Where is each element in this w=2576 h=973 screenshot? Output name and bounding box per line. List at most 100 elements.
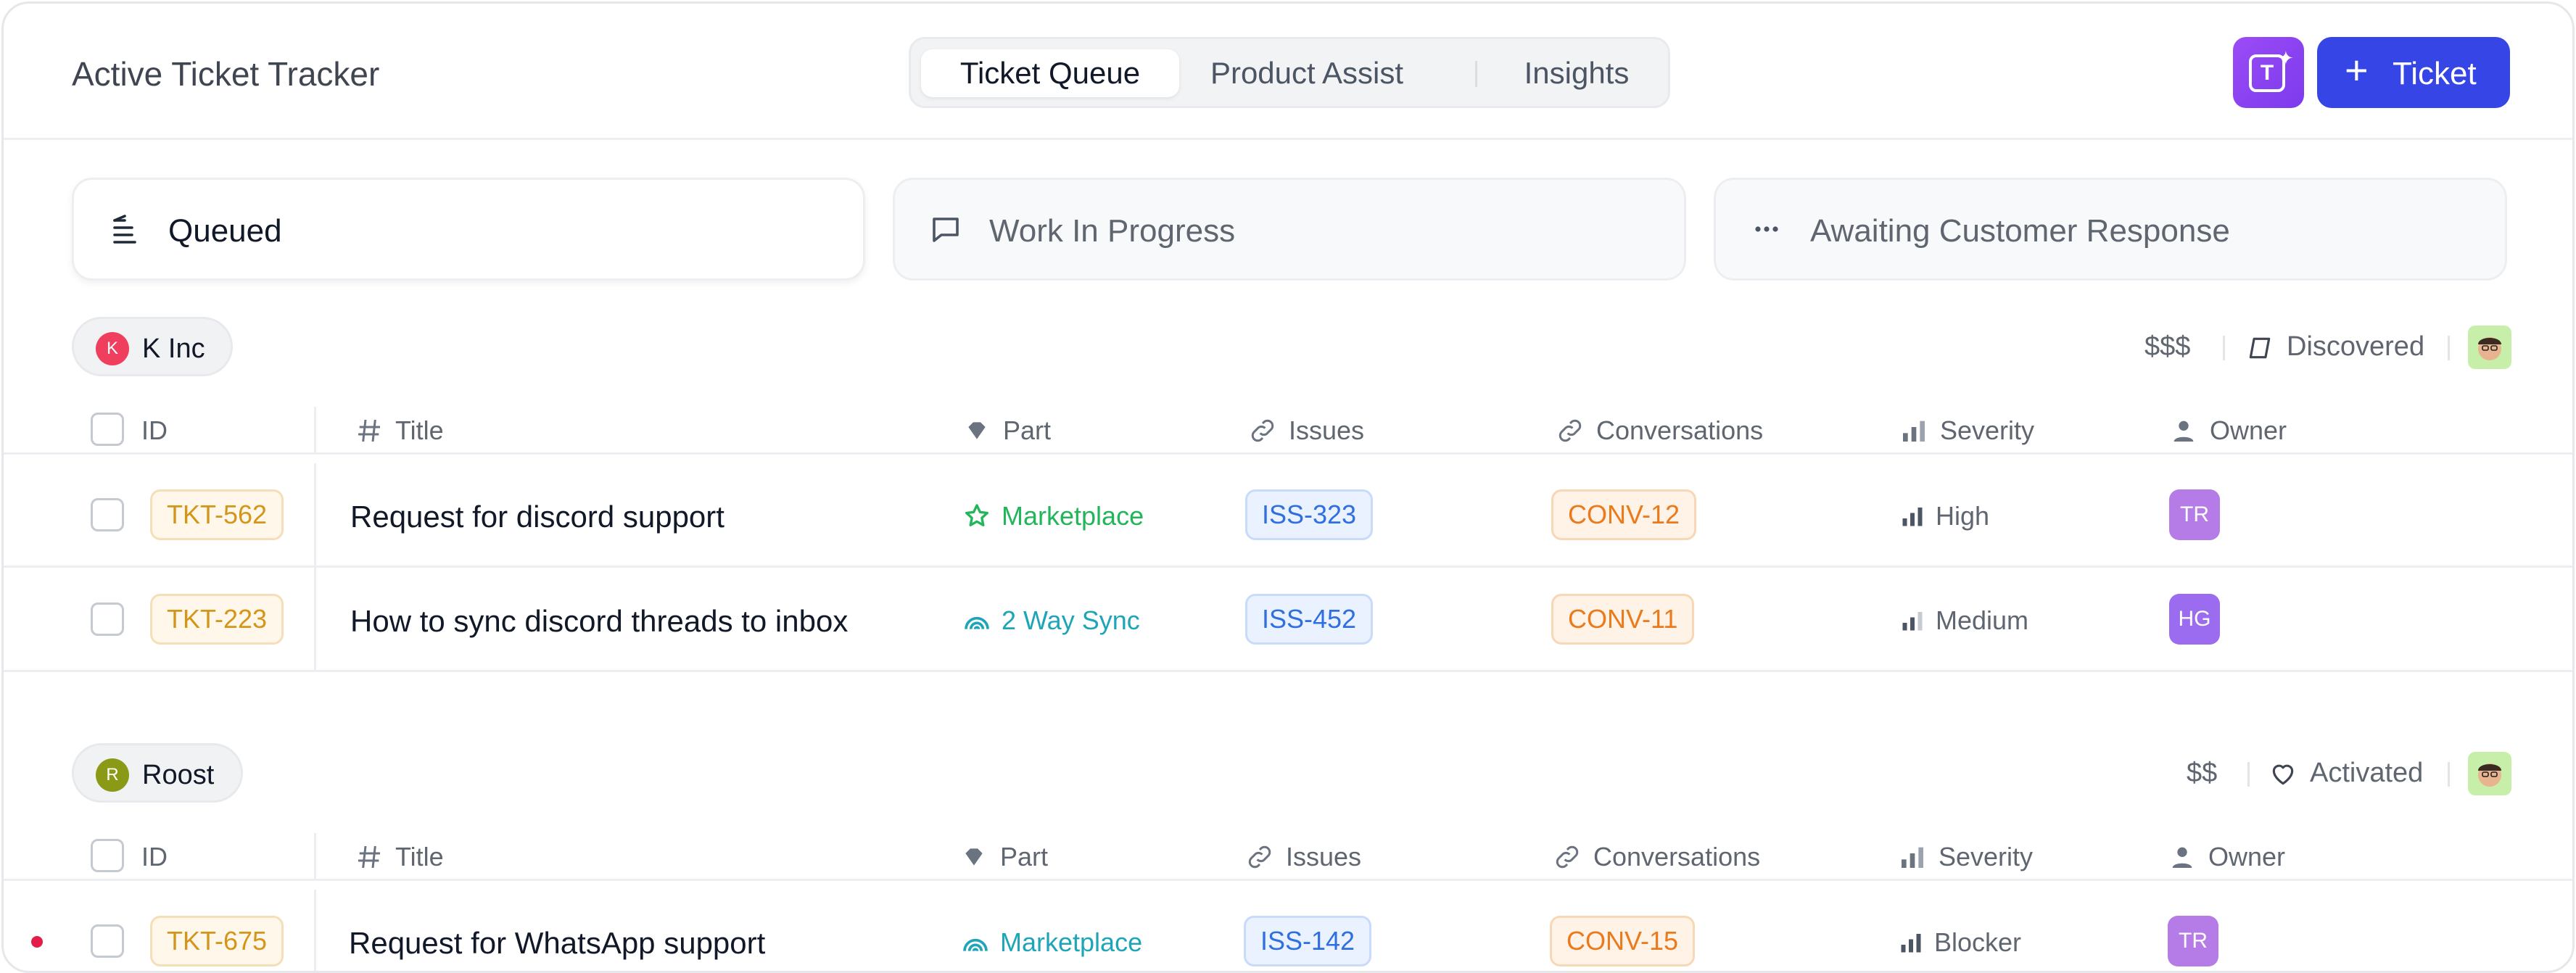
row-checkbox[interactable] — [91, 498, 124, 531]
account-status: Activated — [2310, 758, 2424, 788]
ticket-title[interactable]: Request for WhatsApp support — [349, 926, 765, 961]
account-tier: $$$ — [2144, 331, 2191, 362]
bars-icon — [1902, 847, 1923, 868]
rainbow-icon — [965, 616, 989, 630]
account-status: Discovered — [2287, 331, 2425, 362]
table-row[interactable]: TKT-223 How to sync discord threads to i… — [4, 568, 2572, 672]
select-all-checkbox[interactable] — [91, 413, 124, 446]
stage-label: Queued — [168, 213, 282, 249]
tab-divider — [1475, 61, 1477, 87]
issue-link[interactable]: ISS-142 — [1244, 916, 1372, 966]
table-header: ID Title Part Issues Conversations Sever… — [4, 407, 2572, 455]
severity-high-icon — [1902, 508, 1923, 526]
column-owner[interactable]: Owner — [2169, 415, 2287, 446]
list-icon — [113, 215, 136, 244]
hash-icon — [358, 845, 380, 869]
row-checkbox[interactable] — [91, 603, 124, 636]
person-icon — [2172, 847, 2192, 868]
gem-icon — [965, 848, 983, 866]
face-icon — [2478, 763, 2501, 787]
column-issues[interactable]: Issues — [1245, 842, 1361, 872]
tab-ticket-queue[interactable]: Ticket Queue — [921, 49, 1179, 97]
stage-card-work-in-progress[interactable]: Work In Progress — [893, 178, 1686, 281]
column-title[interactable]: Title — [355, 415, 444, 446]
account-chip-k-inc[interactable]: K K Inc — [72, 317, 233, 376]
part-link[interactable]: Marketplace — [962, 501, 1144, 531]
tag-icon — [2249, 337, 2271, 359]
stage-card-queued[interactable]: Queued — [72, 178, 865, 281]
severity: Medium — [1899, 605, 2028, 636]
table-row[interactable]: TKT-675 Request for WhatsApp support Mar… — [4, 890, 2572, 971]
app-window: Active Ticket Tracker Ticket Queue Produ… — [1, 1, 2575, 973]
link-icon — [1559, 419, 1582, 442]
sparkle-icon: ✦ — [2278, 47, 2294, 69]
severity: High — [1899, 501, 1989, 531]
star-icon — [965, 504, 988, 526]
account-owner-avatar[interactable] — [2468, 752, 2511, 795]
hash-icon — [358, 419, 380, 442]
account-tier: $$ — [2187, 758, 2218, 788]
link-icon — [1251, 419, 1274, 442]
heart-icon — [2272, 764, 2294, 785]
column-title[interactable]: Title — [355, 842, 444, 872]
link-icon — [1248, 845, 1271, 869]
rainbow-icon — [963, 938, 988, 952]
bars-icon — [1903, 421, 1925, 442]
gem-icon — [968, 422, 986, 439]
ticket-id[interactable]: TKT-675 — [150, 916, 284, 966]
plus-icon: + — [2345, 47, 2369, 93]
account-chip-roost[interactable]: R Roost — [72, 743, 243, 803]
chat-bubble-icon — [933, 218, 959, 242]
ticket-title[interactable]: How to sync discord threads to inbox — [350, 604, 848, 639]
owner-avatar[interactable]: TR — [2169, 489, 2220, 540]
column-id[interactable]: ID — [141, 842, 168, 872]
account-owner-avatar[interactable] — [2468, 326, 2511, 369]
select-all-checkbox[interactable] — [91, 839, 124, 872]
owner-avatar[interactable]: TR — [2168, 916, 2218, 966]
column-conversations[interactable]: Conversations — [1556, 415, 1763, 446]
ticket-title[interactable]: Request for discord support — [350, 500, 724, 534]
row-checkbox[interactable] — [91, 924, 124, 958]
avatar: R — [96, 758, 129, 792]
account-name: Roost — [142, 760, 215, 790]
severity-medium-icon — [1902, 612, 1923, 631]
ticket-id[interactable]: TKT-223 — [150, 594, 284, 645]
severity-blocker-icon — [1901, 934, 1921, 953]
tab-product-assist[interactable]: Product Assist — [1185, 49, 1429, 97]
unread-indicator — [31, 936, 43, 948]
column-part[interactable]: Part — [959, 842, 1048, 872]
column-severity[interactable]: Severity — [1898, 842, 2033, 872]
column-id[interactable]: ID — [141, 415, 168, 446]
stage-card-awaiting-customer-response[interactable]: Awaiting Customer Response — [1714, 178, 2507, 281]
table-header: ID Title Part Issues Conversations Sever… — [4, 833, 2572, 881]
table-row[interactable]: TKT-562 Request for discord support Mark… — [4, 463, 2572, 568]
view-switcher: Ticket Queue Product Assist Insights — [909, 37, 1670, 108]
column-conversations[interactable]: Conversations — [1553, 842, 1760, 872]
link-icon — [1556, 845, 1579, 869]
column-issues[interactable]: Issues — [1248, 415, 1364, 446]
conversation-link[interactable]: CONV-12 — [1551, 489, 1697, 540]
part-link[interactable]: 2 Way Sync — [962, 605, 1140, 636]
column-part[interactable]: Part — [962, 415, 1051, 446]
conversation-link[interactable]: CONV-15 — [1550, 916, 1696, 966]
stage-label: Work In Progress — [989, 213, 1236, 249]
person-icon — [2174, 421, 2194, 442]
account-name: K Inc — [142, 334, 205, 364]
ai-assistant-button[interactable]: T ✦ — [2233, 37, 2304, 108]
account-meta: $$ Activated — [2187, 752, 2511, 795]
ellipsis-icon — [1755, 226, 1778, 232]
page-title: Active Ticket Tracker — [72, 55, 380, 93]
new-ticket-button[interactable]: + Ticket — [2317, 37, 2510, 108]
ticket-id[interactable]: TKT-562 — [150, 489, 284, 540]
conversation-link[interactable]: CONV-11 — [1551, 594, 1695, 645]
new-ticket-label: Ticket — [2393, 56, 2477, 91]
part-link[interactable]: Marketplace — [961, 927, 1142, 958]
column-owner[interactable]: Owner — [2168, 842, 2285, 872]
tab-insights[interactable]: Insights — [1491, 49, 1662, 97]
issue-link[interactable]: ISS-323 — [1245, 489, 1374, 540]
column-severity[interactable]: Severity — [1899, 415, 2034, 446]
issue-link[interactable]: ISS-452 — [1245, 594, 1374, 645]
top-bar: Active Ticket Tracker Ticket Queue Produ… — [4, 4, 2572, 140]
owner-avatar[interactable]: HG — [2169, 594, 2220, 645]
avatar: K — [96, 332, 129, 365]
